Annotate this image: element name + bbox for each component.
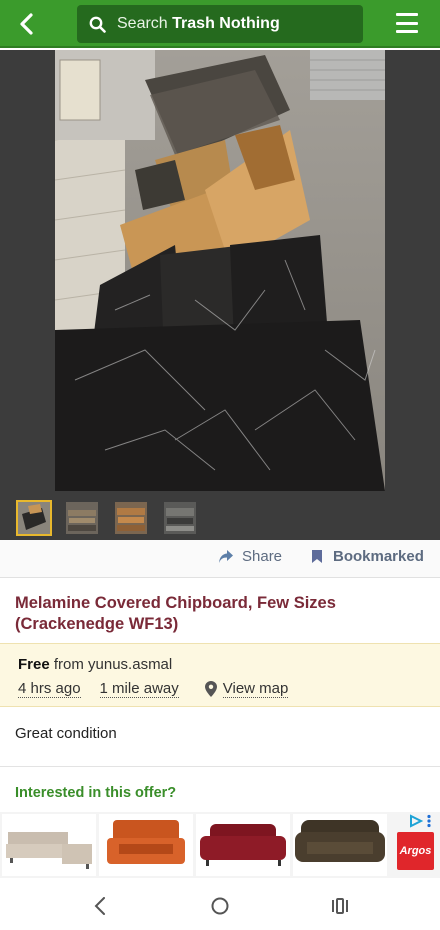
thumbnail-1[interactable] xyxy=(16,500,52,536)
divider xyxy=(0,766,440,767)
thumbnail-4[interactable] xyxy=(162,500,198,536)
price-label: Free xyxy=(18,656,50,673)
search-bar[interactable]: Search Trash Nothing xyxy=(77,5,363,43)
bookmark-button[interactable]: Bookmarked xyxy=(311,548,424,565)
view-map-label: View map xyxy=(222,680,289,698)
ad-product-brown-sofa[interactable] xyxy=(293,814,387,876)
listing-info-box: Free from yunus.asmal 4 hrs ago 1 mile a… xyxy=(0,643,440,707)
back-arrow-icon[interactable] xyxy=(12,10,40,38)
search-icon xyxy=(89,15,107,33)
listing-title: Melamine Covered Chipboard, Few Sizes (C… xyxy=(15,594,336,633)
hamburger-menu-icon[interactable] xyxy=(396,13,418,33)
nav-recents-icon[interactable] xyxy=(328,894,352,918)
ad-banner[interactable]: Argos xyxy=(0,812,440,878)
view-map-link[interactable]: View map xyxy=(204,680,289,698)
thumbnail-2[interactable] xyxy=(64,500,100,536)
ad-choices-icon[interactable] xyxy=(409,814,433,828)
poster-line: Free from yunus.asmal xyxy=(18,656,172,673)
listing-description: Great condition xyxy=(15,725,117,742)
action-bar: Share Bookmarked xyxy=(0,540,440,578)
app-header: Search Trash Nothing xyxy=(0,0,440,48)
share-icon xyxy=(219,550,233,563)
bookmark-label: Bookmarked xyxy=(333,548,424,565)
nav-home-icon[interactable] xyxy=(208,894,232,918)
thumbnail-3[interactable] xyxy=(113,500,149,536)
ad-product-orange-sofa[interactable] xyxy=(99,814,193,876)
nav-back-icon[interactable] xyxy=(88,894,112,918)
main-photo[interactable] xyxy=(55,50,385,491)
share-label: Share xyxy=(242,548,283,565)
search-placeholder: Search Trash Nothing xyxy=(117,15,280,32)
poster-name[interactable]: from yunus.asmal xyxy=(54,656,172,673)
system-nav-bar xyxy=(0,878,440,930)
bookmark-icon xyxy=(312,550,322,563)
posted-time: 4 hrs ago xyxy=(18,680,81,698)
ad-product-grey-sofa[interactable] xyxy=(2,814,96,876)
argos-logo[interactable]: Argos xyxy=(397,832,434,870)
share-button[interactable]: Share xyxy=(218,548,282,565)
thumbnail-strip xyxy=(0,498,440,540)
photo-gallery xyxy=(0,50,440,540)
meta-line: 4 hrs ago 1 mile away View map xyxy=(18,680,289,698)
distance[interactable]: 1 mile away xyxy=(99,680,179,698)
interested-heading: Interested in this offer? xyxy=(15,785,177,801)
ad-product-red-sofa[interactable] xyxy=(196,814,290,876)
map-pin-icon xyxy=(204,681,217,697)
